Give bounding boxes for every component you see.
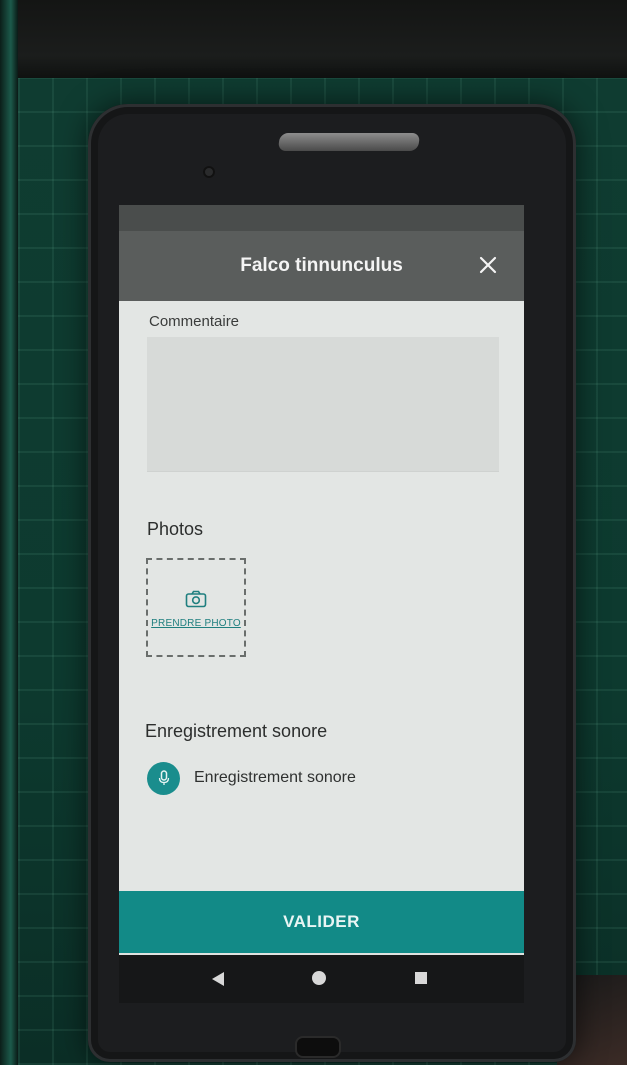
page-title: Falco tinnunculus [240, 255, 403, 276]
comment-field[interactable] [147, 337, 499, 472]
close-button[interactable] [471, 248, 505, 282]
recording-item-label: Enregistrement sonore [194, 769, 356, 786]
app-header: Falco tinnunculus [119, 231, 524, 301]
camera-icon [185, 590, 207, 608]
take-photo-label: PRENDRE PHOTO [151, 618, 241, 629]
home-icon[interactable] [312, 971, 326, 985]
microphone-icon [158, 770, 169, 785]
background-left-edge [0, 0, 18, 1065]
phone-screen: Falco tinnunculus Commentaire Photos PRE… [119, 205, 524, 955]
charging-port [297, 1038, 339, 1056]
navigation-bar [119, 955, 524, 1003]
form-content: Commentaire Photos PRENDRE PHOTO Enregis… [119, 301, 524, 891]
back-icon[interactable] [211, 971, 225, 987]
background-top-surface [18, 0, 627, 80]
recording-section-title: Enregistrement sonore [145, 721, 328, 741]
status-bar [119, 205, 524, 231]
front-camera [203, 166, 215, 178]
close-icon [479, 256, 497, 274]
validate-button[interactable]: VALIDER [119, 891, 524, 953]
photos-section-title: Photos [147, 519, 204, 539]
record-button[interactable] [147, 761, 180, 795]
recent-apps-icon[interactable] [415, 972, 427, 984]
comment-label: Commentaire [149, 313, 240, 330]
phone-speaker [277, 133, 421, 151]
take-photo-button[interactable]: PRENDRE PHOTO [146, 558, 246, 657]
recording-item[interactable]: Enregistrement sonore [147, 761, 356, 795]
